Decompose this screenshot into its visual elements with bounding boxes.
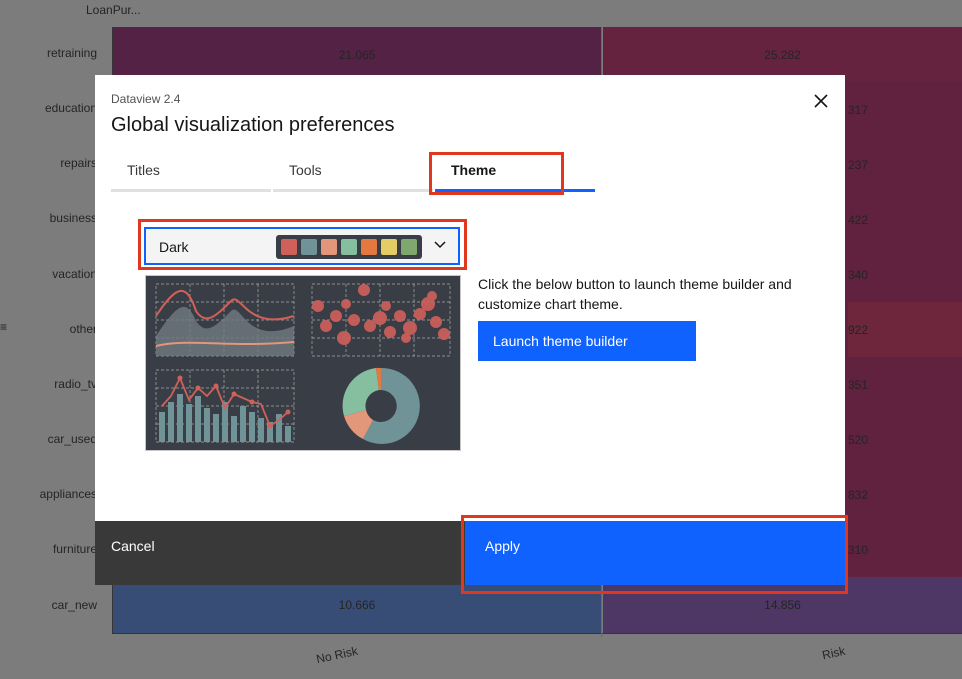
color-swatch (341, 239, 357, 255)
cancel-button[interactable]: Cancel (95, 521, 465, 585)
preferences-modal: Dataview 2.4 Global visualization prefer… (95, 75, 845, 585)
theme-dropdown[interactable]: Dark (144, 227, 460, 265)
color-swatch (401, 239, 417, 255)
close-icon (814, 94, 828, 108)
theme-dropdown-value: Dark (159, 239, 189, 255)
color-swatch (361, 239, 377, 255)
apply-button[interactable]: Apply (465, 521, 845, 585)
theme-swatches (276, 235, 422, 259)
tab-theme[interactable]: Theme (435, 152, 595, 192)
color-swatch (381, 239, 397, 255)
modal-label: Dataview 2.4 (111, 92, 181, 106)
modal-title: Global visualization preferences (111, 114, 395, 136)
color-swatch (281, 239, 297, 255)
theme-builder-description: Click the below button to launch theme b… (478, 276, 792, 312)
launch-theme-builder-button[interactable]: Launch theme builder (478, 321, 696, 361)
theme-preview-graphic (155, 283, 451, 444)
color-swatch (301, 239, 317, 255)
chevron-down-icon (434, 241, 446, 249)
color-swatch (321, 239, 337, 255)
menu-icon: ≡ (0, 320, 8, 334)
close-button[interactable] (807, 87, 835, 115)
theme-preview (145, 275, 461, 451)
tab-titles[interactable]: Titles (111, 152, 271, 192)
tab-tools[interactable]: Tools (273, 152, 433, 192)
